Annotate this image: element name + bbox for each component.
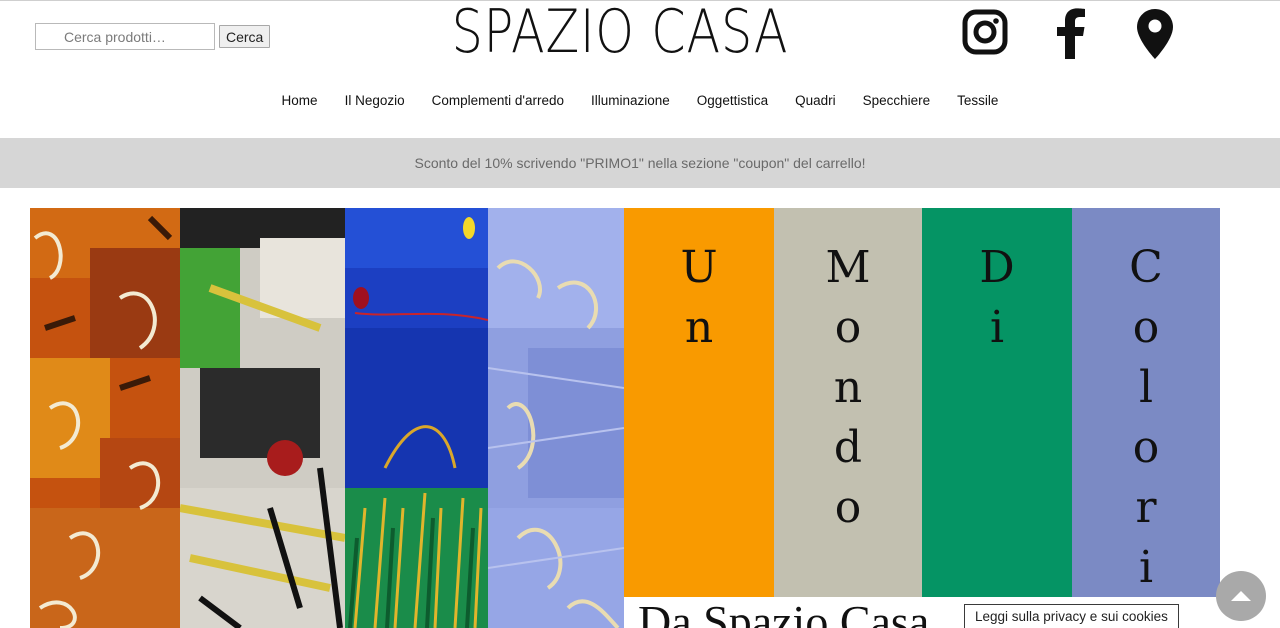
nav-item-home[interactable]: Home xyxy=(282,92,318,110)
hero-letter: i xyxy=(1138,542,1154,593)
search-input[interactable] xyxy=(35,23,215,50)
hero-letter: l xyxy=(1138,362,1154,413)
hero-letter: D xyxy=(979,242,1015,293)
nav-item-tessile[interactable]: Tessile xyxy=(957,92,998,110)
hero-letter: d xyxy=(833,422,863,473)
privacy-cookies-link[interactable]: Leggi sulla privacy e sui cookies xyxy=(964,604,1179,628)
hero-word-un: U n xyxy=(624,208,774,597)
scroll-to-top-button[interactable] xyxy=(1216,571,1266,621)
search-button[interactable]: Cerca xyxy=(219,25,271,48)
hero-subtitle: Da Spazio Casa xyxy=(638,597,930,628)
promo-bar: Sconto del 10% scrivendo "PRIMO1" nella … xyxy=(0,138,1280,188)
nav-item-il-negozio[interactable]: Il Negozio xyxy=(345,92,405,110)
location-pin-icon[interactable] xyxy=(1135,7,1175,61)
hero-letter: C xyxy=(1129,242,1163,293)
hero-word-di: D i xyxy=(922,208,1072,597)
hero-letter: o xyxy=(834,482,862,533)
arrow-up-icon xyxy=(1231,591,1251,601)
hero-letter: M xyxy=(825,242,871,293)
hero-word-mondo: M o n d o xyxy=(774,208,922,597)
search-form: Cerca xyxy=(35,23,271,50)
nav-item-illuminazione[interactable]: Illuminazione xyxy=(591,92,670,110)
nav-item-complementi-darredo[interactable]: Complementi d'arredo xyxy=(432,92,564,110)
hero-letter: o xyxy=(834,302,862,353)
promo-text: Sconto del 10% scrivendo "PRIMO1" nella … xyxy=(414,155,866,171)
hero-word-colori: C o l o r i xyxy=(1072,208,1220,597)
hero-letter: r xyxy=(1135,482,1157,533)
hero-letter: o xyxy=(1132,302,1160,353)
hero-letter: n xyxy=(833,362,863,413)
painting-strip-orange xyxy=(30,208,180,628)
hero-letter: i xyxy=(989,302,1005,353)
instagram-icon[interactable] xyxy=(962,7,1008,57)
nav-item-oggettistica[interactable]: Oggettistica xyxy=(697,92,768,110)
main-nav: Home Il Negozio Complementi d'arredo Ill… xyxy=(0,92,1280,110)
painting-strip-lavender xyxy=(488,208,624,628)
hero-letter: U xyxy=(680,242,718,293)
painting-strip-blue xyxy=(345,208,488,628)
hero-letter: n xyxy=(684,302,714,353)
nav-item-quadri[interactable]: Quadri xyxy=(795,92,836,110)
hero-banner[interactable]: U n M o n d o D i C o l o r i Da Spazio … xyxy=(30,208,1220,628)
painting-strip-gray xyxy=(180,208,345,628)
site-logo[interactable]: SPAZIO CASA xyxy=(407,0,833,65)
facebook-icon[interactable] xyxy=(1054,7,1088,59)
nav-item-specchiere[interactable]: Specchiere xyxy=(863,92,931,110)
hero-letter: o xyxy=(1132,422,1160,473)
